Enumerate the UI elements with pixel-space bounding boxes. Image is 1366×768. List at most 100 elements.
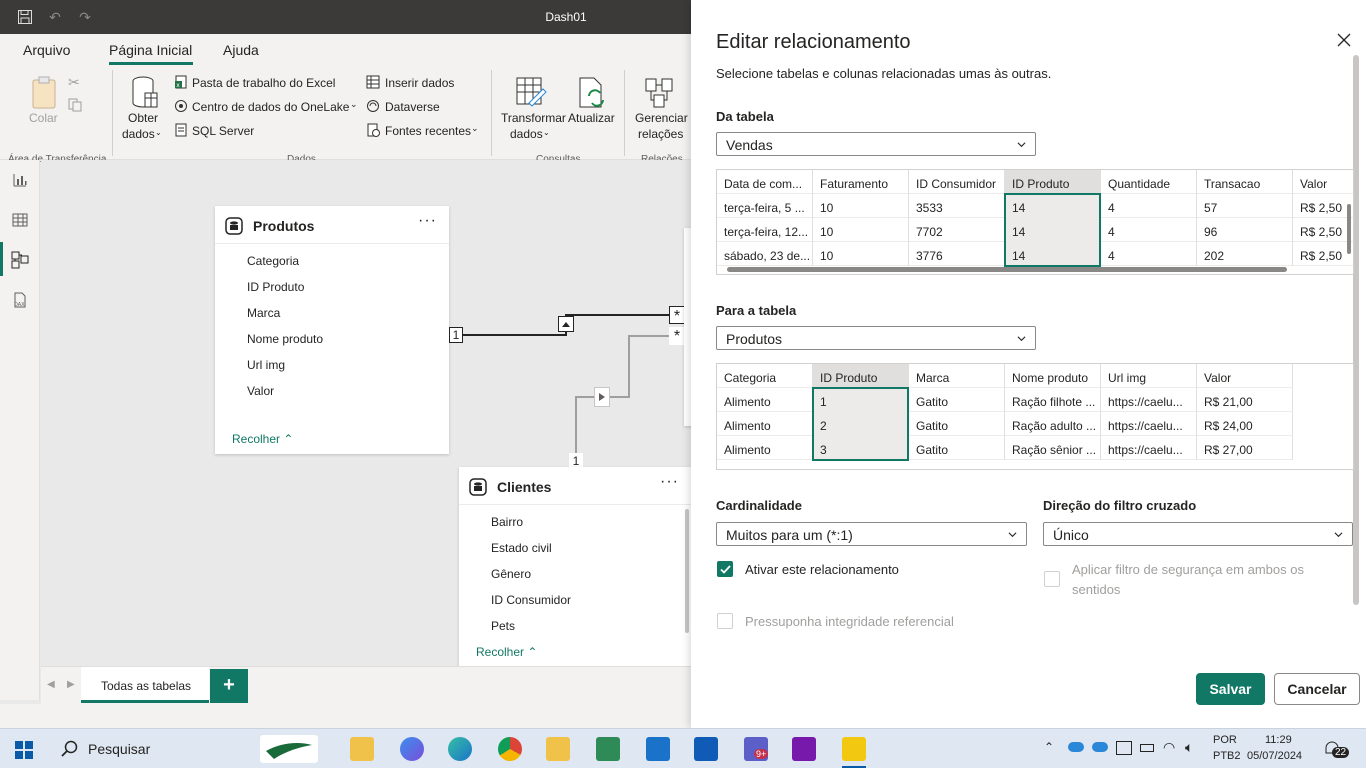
grid-header-cell[interactable]: ID Consumidor xyxy=(909,170,1005,194)
filter-direction-up-icon[interactable] xyxy=(558,316,574,332)
outlook-icon[interactable] xyxy=(694,737,718,761)
grid-header-cell[interactable]: Valor xyxy=(1197,364,1293,388)
to-table-select[interactable]: Produtos xyxy=(716,326,1036,350)
field-item[interactable]: Valor xyxy=(247,384,274,398)
grid-column[interactable]: ID Produto 14 14 14 xyxy=(1005,170,1101,274)
cross-filter-select[interactable]: Único xyxy=(1043,522,1353,546)
field-item[interactable]: Estado civil xyxy=(491,541,552,555)
keyboard-layout[interactable]: PTB2 xyxy=(1213,750,1241,762)
save-icon[interactable] xyxy=(17,9,33,25)
vertical-scrollbar[interactable] xyxy=(1347,204,1351,254)
grid-header-cell[interactable]: Marca xyxy=(909,364,1005,388)
add-layout-button[interactable]: + xyxy=(210,669,248,703)
field-item[interactable]: Url img xyxy=(247,358,285,372)
more-options-icon[interactable]: ··· xyxy=(418,212,437,230)
copilot-icon[interactable] xyxy=(400,737,424,761)
field-item[interactable]: Pets xyxy=(491,619,515,633)
model-view-icon[interactable] xyxy=(8,248,32,272)
grid-column[interactable]: ID Produto 1 2 3 xyxy=(813,364,909,469)
field-item[interactable]: Marca xyxy=(247,306,280,320)
grid-column[interactable]: Valor R$ 21,00 R$ 24,00 R$ 27,00 xyxy=(1197,364,1293,469)
save-button[interactable]: Salvar xyxy=(1196,673,1265,705)
database-icon[interactable] xyxy=(130,76,160,110)
teams-icon[interactable]: 9+ xyxy=(744,737,769,761)
grid-header-cell[interactable]: ID Produto xyxy=(1005,170,1101,194)
onelake-button[interactable]: Centro de dados do OneLake xyxy=(192,100,349,114)
manage-label-2[interactable]: relações xyxy=(638,127,683,141)
horizontal-scrollbar[interactable] xyxy=(727,267,1287,272)
cut-icon[interactable]: ✂ xyxy=(68,74,80,91)
battery-icon[interactable] xyxy=(1140,744,1154,752)
scrollbar[interactable] xyxy=(685,509,689,633)
dax-query-view-icon[interactable]: DAX xyxy=(8,288,32,312)
cardinality-select[interactable]: Muitos para um (*:1) xyxy=(716,522,1027,546)
transform-data-icon[interactable] xyxy=(516,76,548,110)
report-view-icon[interactable] xyxy=(8,168,32,192)
get-data-label-1[interactable]: Obter xyxy=(128,111,158,125)
grid-header-cell[interactable]: Nome produto xyxy=(1005,364,1101,388)
sql-server-button[interactable]: SQL Server xyxy=(192,124,254,138)
referential-integrity-checkbox[interactable] xyxy=(717,613,733,629)
table-card-vendas[interactable] xyxy=(684,228,691,426)
table-card-clientes[interactable]: Clientes ··· Bairro Estado civil Gênero … xyxy=(459,467,691,666)
cancel-button[interactable]: Cancelar xyxy=(1274,673,1360,705)
field-item[interactable]: ID Produto xyxy=(247,280,304,294)
field-item[interactable]: ID Consumidor xyxy=(491,593,571,607)
grid-header-cell[interactable]: Categoria xyxy=(717,364,813,388)
onedrive-icon[interactable] xyxy=(1068,742,1084,752)
scroll-right-icon[interactable]: ▶ xyxy=(67,679,75,690)
store-icon[interactable] xyxy=(350,737,374,761)
grid-header-cell[interactable]: Faturamento xyxy=(813,170,909,194)
chrome-icon[interactable] xyxy=(498,737,522,761)
grid-column[interactable]: Url img https://caelu... https://caelu... h… xyxy=(1101,364,1197,469)
manage-relationships-icon[interactable] xyxy=(644,76,676,110)
taskbar-search[interactable]: Pesquisar xyxy=(48,729,338,768)
chevron-up-icon[interactable]: ⌃ xyxy=(1044,740,1054,754)
grid-header-cell[interactable]: ID Produto xyxy=(813,364,909,388)
clock-time[interactable]: 11:29 xyxy=(1265,734,1292,746)
menu-ajuda[interactable]: Ajuda xyxy=(223,42,259,58)
grid-column[interactable]: Valor R$ 2,50 R$ 2,50 R$ 2,50 xyxy=(1293,170,1353,274)
manage-label-1[interactable]: Gerenciar xyxy=(635,111,688,125)
close-icon[interactable] xyxy=(1336,32,1352,48)
grid-column[interactable]: Categoria Alimento Alimento Alimento xyxy=(717,364,813,469)
field-item[interactable]: Gênero xyxy=(491,567,531,581)
grid-header-cell[interactable]: Url img xyxy=(1101,364,1197,388)
grid-column[interactable]: Data de com... terça-feira, 5 ... terça-fe… xyxy=(717,170,813,274)
transform-label-2[interactable]: dados xyxy=(510,127,543,141)
clock-date[interactable]: 05/07/2024 xyxy=(1247,750,1302,762)
onedrive-icon[interactable] xyxy=(1092,742,1108,752)
collapse-link[interactable]: Recolher ⌃ xyxy=(476,645,537,659)
get-data-label-2[interactable]: dados xyxy=(122,127,155,141)
security-filter-checkbox[interactable] xyxy=(1044,571,1060,587)
table-card-produtos[interactable]: Produtos ··· Categoria ID Produto Marca … xyxy=(215,206,449,454)
language-code[interactable]: POR xyxy=(1213,734,1237,746)
grid-column[interactable]: Quantidade 4 4 4 xyxy=(1101,170,1197,274)
grid-header-cell[interactable]: Quantidade xyxy=(1101,170,1197,194)
edge-icon[interactable] xyxy=(448,737,472,761)
windows-start-icon[interactable] xyxy=(15,741,33,759)
dataverse-button[interactable]: Dataverse xyxy=(385,100,440,114)
device-icon[interactable] xyxy=(1116,741,1132,755)
outlook-new-icon[interactable] xyxy=(646,737,670,761)
model-canvas[interactable]: Produtos ··· Categoria ID Produto Marca … xyxy=(41,160,691,666)
grid-column[interactable]: Nome produto Ração filhote ... Ração adult… xyxy=(1005,364,1101,469)
grid-column[interactable]: Transacao 57 96 202 xyxy=(1197,170,1293,274)
grid-column[interactable]: Faturamento 10 10 10 xyxy=(813,170,909,274)
grid-header-cell[interactable]: Valor xyxy=(1293,170,1353,194)
tab-todas-as-tabelas[interactable]: Todas as tabelas xyxy=(81,667,209,703)
volume-icon[interactable]: 🔈︎ xyxy=(1185,739,1193,756)
refresh-icon[interactable] xyxy=(577,76,607,110)
redo-icon[interactable]: ↷ xyxy=(77,9,93,25)
recent-sources-button[interactable]: Fontes recentes xyxy=(385,124,471,138)
undo-icon[interactable]: ↶ xyxy=(47,9,63,25)
dialog-scrollbar[interactable] xyxy=(1353,55,1359,605)
copy-icon[interactable] xyxy=(68,98,82,112)
wifi-icon[interactable]: ◠ xyxy=(1163,739,1175,756)
insert-data-button[interactable]: Inserir dados xyxy=(385,76,454,90)
more-options-icon[interactable]: ··· xyxy=(660,473,679,491)
snipping-tool-icon[interactable] xyxy=(596,737,620,761)
filter-direction-right-icon[interactable] xyxy=(594,387,610,407)
refresh-button[interactable]: Atualizar xyxy=(568,111,615,125)
menu-arquivo[interactable]: Arquivo xyxy=(23,42,70,58)
